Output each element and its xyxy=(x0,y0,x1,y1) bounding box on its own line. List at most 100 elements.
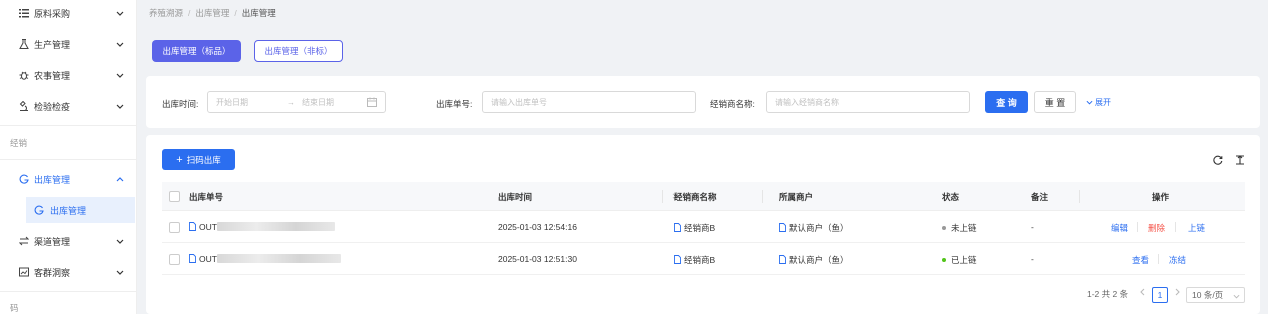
page-size-value: 10 条/页 xyxy=(1192,290,1224,300)
image-chart-icon xyxy=(18,266,30,278)
select-all-checkbox[interactable] xyxy=(169,191,180,202)
calendar-icon xyxy=(367,97,377,107)
dealer-input[interactable]: 请输入经销商名称 xyxy=(766,91,970,113)
delete-link[interactable]: 删除 xyxy=(1148,222,1165,234)
breadcrumb-separator: / xyxy=(234,8,237,18)
tab-nonstandard[interactable]: 出库管理（非标） xyxy=(254,40,343,62)
breadcrumb-item[interactable]: 养殖溯源 xyxy=(149,7,183,19)
dealer-name: 经销商B xyxy=(684,255,716,265)
order-prefix: OUT xyxy=(199,222,217,232)
next-page-icon[interactable] xyxy=(1175,288,1180,296)
sidebar-item-outbound[interactable]: 出库管理 xyxy=(0,166,137,192)
th-dealer: 经销商名称 xyxy=(674,192,717,202)
chevron-down-icon xyxy=(115,8,125,18)
chevron-down-icon xyxy=(1086,98,1095,107)
time-label: 出库时间: xyxy=(162,99,199,109)
microscope-icon xyxy=(18,100,30,112)
flask-icon xyxy=(18,38,30,50)
row-checkbox[interactable] xyxy=(169,222,180,233)
sidebar-item-label: 农事管理 xyxy=(34,70,71,81)
sidebar-subitem-label: 出库管理 xyxy=(50,205,87,216)
sidebar-item-label: 客群洞察 xyxy=(34,267,71,278)
cell-time: 2025-01-03 12:54:16 xyxy=(498,222,577,232)
expand-toggle[interactable]: 展开 xyxy=(1086,97,1111,108)
merchant-name: 默认商户（鱼） xyxy=(789,223,849,233)
action-separator xyxy=(1175,222,1176,232)
table-panel: + 扫码出库 出库单号 出库时间 经销商名称 所属商户 状态 备注 操作 OUT… xyxy=(146,135,1260,314)
refresh-icon[interactable] xyxy=(1212,154,1223,165)
document-icon xyxy=(674,223,681,232)
chevron-down-icon xyxy=(115,101,125,111)
sidebar-subitem-outbound[interactable]: 出库管理 xyxy=(26,197,135,223)
prev-page-icon[interactable] xyxy=(1140,288,1145,296)
sidebar-item-purchase[interactable]: 原料采购 xyxy=(0,0,137,26)
th-actions: 操作 xyxy=(1152,192,1170,202)
breadcrumb-separator: / xyxy=(188,8,191,18)
document-icon xyxy=(189,222,196,231)
chevron-up-icon xyxy=(115,174,125,184)
sidebar-item-channel[interactable]: 渠道管理 xyxy=(0,228,137,254)
dealer-name: 经销商B xyxy=(684,223,716,233)
sidebar-divider xyxy=(0,159,137,160)
sidebar-group-label: 码 xyxy=(10,303,19,313)
sidebar-item-label: 检验检疫 xyxy=(34,101,71,112)
sidebar-item-production[interactable]: 生产管理 xyxy=(0,31,137,57)
search-panel: 出库时间: 开始日期 → 结束日期 出库单号: 请输入出库单号 经销商名称: 请… xyxy=(146,76,1260,128)
cell-dealer: 经销商B xyxy=(674,222,715,234)
chevron-down-icon xyxy=(115,70,125,80)
merchant-name: 默认商户（鱼） xyxy=(789,255,849,265)
dealer-label: 经销商名称: xyxy=(710,99,755,109)
cell-order-no: OUT xyxy=(189,254,341,264)
query-button[interactable]: 查 询 xyxy=(985,91,1028,113)
reset-button[interactable]: 重 置 xyxy=(1034,91,1076,113)
page-size-select[interactable]: 10 条/页 xyxy=(1186,287,1245,303)
sidebar-item-label: 出库管理 xyxy=(34,174,71,185)
sidebar-item-label: 原料采购 xyxy=(34,8,71,19)
th-status: 状态 xyxy=(942,192,960,202)
document-icon xyxy=(189,254,196,263)
action-separator xyxy=(1158,254,1159,264)
edit-link[interactable]: 编辑 xyxy=(1111,222,1128,234)
chain-link[interactable]: 上链 xyxy=(1188,222,1205,234)
expand-label: 展开 xyxy=(1095,98,1111,107)
sidebar-item-customer[interactable]: 客群洞察 xyxy=(0,259,137,285)
chevron-down-icon xyxy=(115,236,125,246)
redacted-order-number xyxy=(216,254,341,263)
page-number[interactable]: 1 xyxy=(1152,287,1168,303)
scan-outbound-label: 扫码出库 xyxy=(186,154,221,165)
document-icon xyxy=(779,255,786,264)
column-height-icon[interactable] xyxy=(1234,154,1245,165)
status-dot xyxy=(942,226,946,230)
end-date-input[interactable]: 结束日期 xyxy=(302,97,334,108)
sidebar-divider xyxy=(0,125,137,126)
action-separator xyxy=(1137,222,1138,232)
start-date-input[interactable]: 开始日期 xyxy=(216,97,248,108)
order-input[interactable]: 请输入出库单号 xyxy=(482,91,696,113)
date-range-picker[interactable]: 开始日期 → 结束日期 xyxy=(207,91,386,113)
view-link[interactable]: 查看 xyxy=(1132,254,1149,266)
document-icon xyxy=(674,255,681,264)
scan-outbound-button[interactable]: + 扫码出库 xyxy=(162,149,235,170)
chevron-down-icon xyxy=(115,267,125,277)
th-merchant: 所属商户 xyxy=(779,192,814,202)
breadcrumb-item[interactable]: 出库管理 xyxy=(195,7,229,19)
sidebar-item-farming[interactable]: 农事管理 xyxy=(0,62,137,88)
freeze-link[interactable]: 冻结 xyxy=(1169,254,1186,266)
th-time: 出库时间 xyxy=(498,192,533,202)
sidebar: 原料采购 生产管理 农事管理 检验检疫 经销 出库管理 出库管理 渠道管理 客群… xyxy=(0,0,137,314)
cell-status: 未上链 xyxy=(942,222,977,234)
status-text: 已上链 xyxy=(951,255,977,265)
tab-standard[interactable]: 出库管理（标品） xyxy=(152,40,241,62)
th-order-no: 出库单号 xyxy=(189,192,224,202)
sidebar-item-inspection[interactable]: 检验检疫 xyxy=(0,93,137,119)
plus-icon: + xyxy=(176,153,183,166)
sidebar-divider xyxy=(0,291,137,292)
arrow-right-icon: → xyxy=(287,97,295,107)
sidebar-group-label: 经销 xyxy=(10,138,28,148)
cell-merchant: 默认商户（鱼） xyxy=(779,222,849,234)
status-dot xyxy=(942,258,946,262)
document-icon xyxy=(779,223,786,232)
table-row: OUT 2025-01-03 12:51:30 经销商B 默认商户（鱼） 已上链… xyxy=(162,243,1245,275)
row-checkbox[interactable] xyxy=(169,254,180,265)
order-label: 出库单号: xyxy=(436,99,473,109)
